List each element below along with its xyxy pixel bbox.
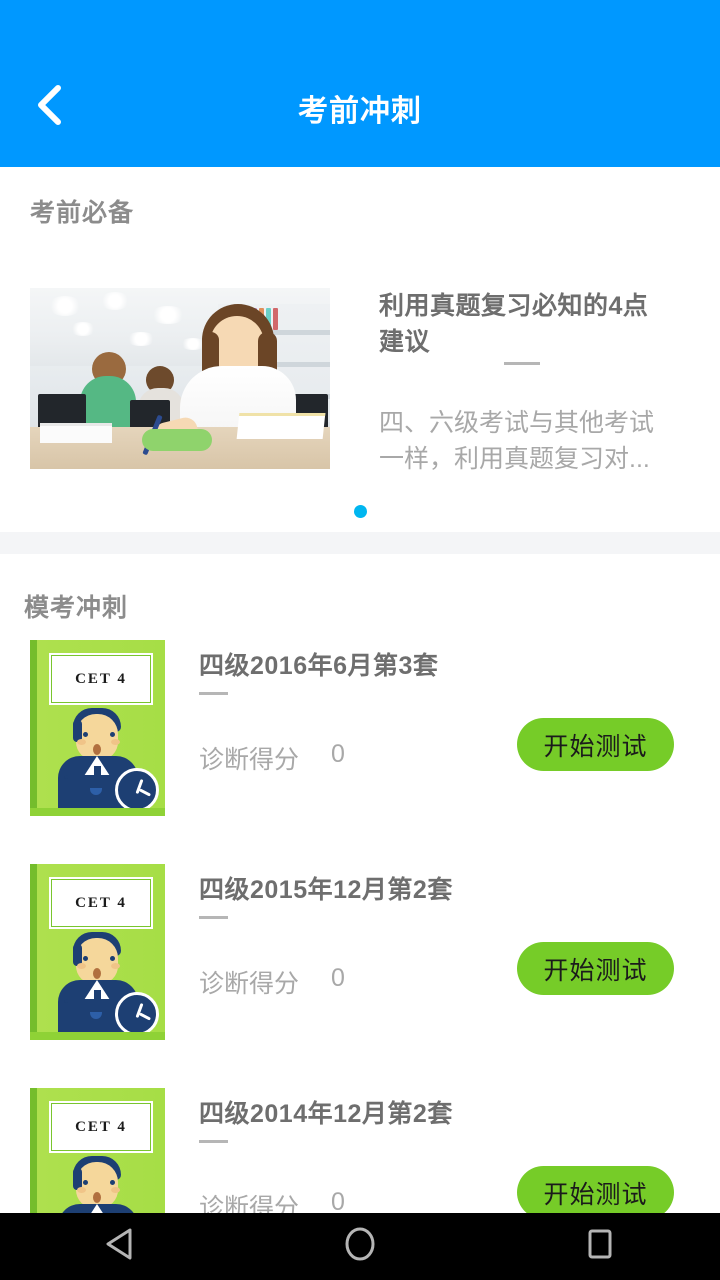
figure-mouth-icon [93, 744, 101, 755]
book-label: CET 4 [49, 1101, 153, 1153]
clock-icon [115, 768, 159, 812]
exam-title: 四级2015年12月第2套 [199, 876, 453, 904]
figure-eye-icon [110, 732, 115, 737]
photo-ceiling-light [70, 322, 96, 336]
nav-recents-button[interactable] [540, 1213, 660, 1280]
exam-divider [199, 1140, 228, 1143]
article-thumbnail [30, 288, 330, 469]
book-ground [30, 1032, 165, 1040]
recents-square-icon [584, 1226, 616, 1267]
book-label-text: CET 4 [51, 655, 151, 703]
section-divider-band [0, 532, 720, 554]
photo-open-book [236, 413, 326, 439]
figure-eye-icon [110, 956, 115, 961]
exam-title: 四级2014年12月第2套 [199, 1100, 453, 1128]
photo-pencil-case [142, 429, 212, 451]
book-spine [30, 640, 37, 816]
figure-cheek-icon [77, 963, 86, 969]
nav-home-button[interactable] [300, 1213, 420, 1280]
home-circle-icon [343, 1224, 377, 1269]
mock-exam-row[interactable]: CET 4 [0, 864, 720, 1088]
figure-eye-icon [110, 1180, 115, 1185]
start-test-button[interactable]: 开始测试 [517, 942, 674, 995]
photo-ceiling-light [100, 292, 130, 310]
back-triangle-icon [103, 1226, 137, 1267]
android-nav-bar [0, 1213, 720, 1280]
exam-score-value: 0 [331, 964, 345, 992]
start-test-button[interactable]: 开始测试 [517, 718, 674, 771]
article-divider [504, 362, 540, 365]
photo-ceiling-light [126, 332, 156, 346]
exam-cover-thumbnail: CET 4 [30, 864, 165, 1040]
app-header: 考前冲刺 [0, 0, 720, 167]
exam-score-value: 0 [331, 740, 345, 768]
carousel-pager[interactable] [0, 505, 720, 518]
page-title: 考前冲刺 [298, 95, 422, 128]
book-spine [30, 864, 37, 1040]
section-heading-essentials: 考前必备 [30, 199, 135, 227]
exam-divider [199, 692, 228, 695]
figure-mouth-icon [93, 1192, 101, 1203]
clock-icon [115, 992, 159, 1036]
start-test-button[interactable]: 开始测试 [517, 1166, 674, 1219]
article-card[interactable]: 利用真题复习必知的4点建议 四、六级考试与其他考试一样，利用真题复习对... [0, 265, 720, 525]
figure-cheek-icon [111, 739, 120, 745]
pager-dot-active[interactable] [353, 505, 367, 518]
clock-hand-icon [138, 788, 152, 797]
figure-cheek-icon [77, 739, 86, 745]
nav-back-button[interactable] [60, 1213, 180, 1280]
mock-exam-list: CET 4 四级2016年6月第3套 诊断得分 0 开始测试 CET 4 四级2… [0, 640, 720, 1280]
book-label-text: CET 4 [51, 1103, 151, 1151]
figure-eye-icon [83, 956, 88, 961]
app-screen: 考前冲刺 考前必备 利用真题复习必知的4点建议 四、六级考试与其他考试一样，利用… [0, 0, 720, 1280]
figure-eye-icon [83, 1180, 88, 1185]
book-label: CET 4 [49, 653, 153, 705]
exam-divider [199, 916, 228, 919]
exam-title: 四级2016年6月第3套 [199, 652, 439, 680]
figure-mouth-icon [93, 968, 101, 979]
article-excerpt: 四、六级考试与其他考试一样，利用真题复习对... [379, 409, 655, 473]
mock-exam-row[interactable]: CET 4 [0, 640, 720, 864]
photo-ceiling-light [150, 306, 186, 324]
clock-hand-icon [138, 1012, 152, 1021]
exam-score-label: 诊断得分 [199, 970, 300, 998]
exam-score-label: 诊断得分 [199, 746, 300, 774]
photo-book [40, 423, 112, 443]
figure-eye-icon [83, 732, 88, 737]
figure-cheek-icon [111, 963, 120, 969]
book-label: CET 4 [49, 877, 153, 929]
book-label-text: CET 4 [51, 879, 151, 927]
article-title: 利用真题复习必知的4点建议 [379, 292, 649, 356]
book-ground [30, 808, 165, 816]
section-heading-mock: 模考冲刺 [24, 594, 129, 622]
figure-cheek-icon [111, 1187, 120, 1193]
exam-cover-thumbnail: CET 4 [30, 640, 165, 816]
photo-ceiling-light [48, 296, 82, 316]
figure-cheek-icon [77, 1187, 86, 1193]
